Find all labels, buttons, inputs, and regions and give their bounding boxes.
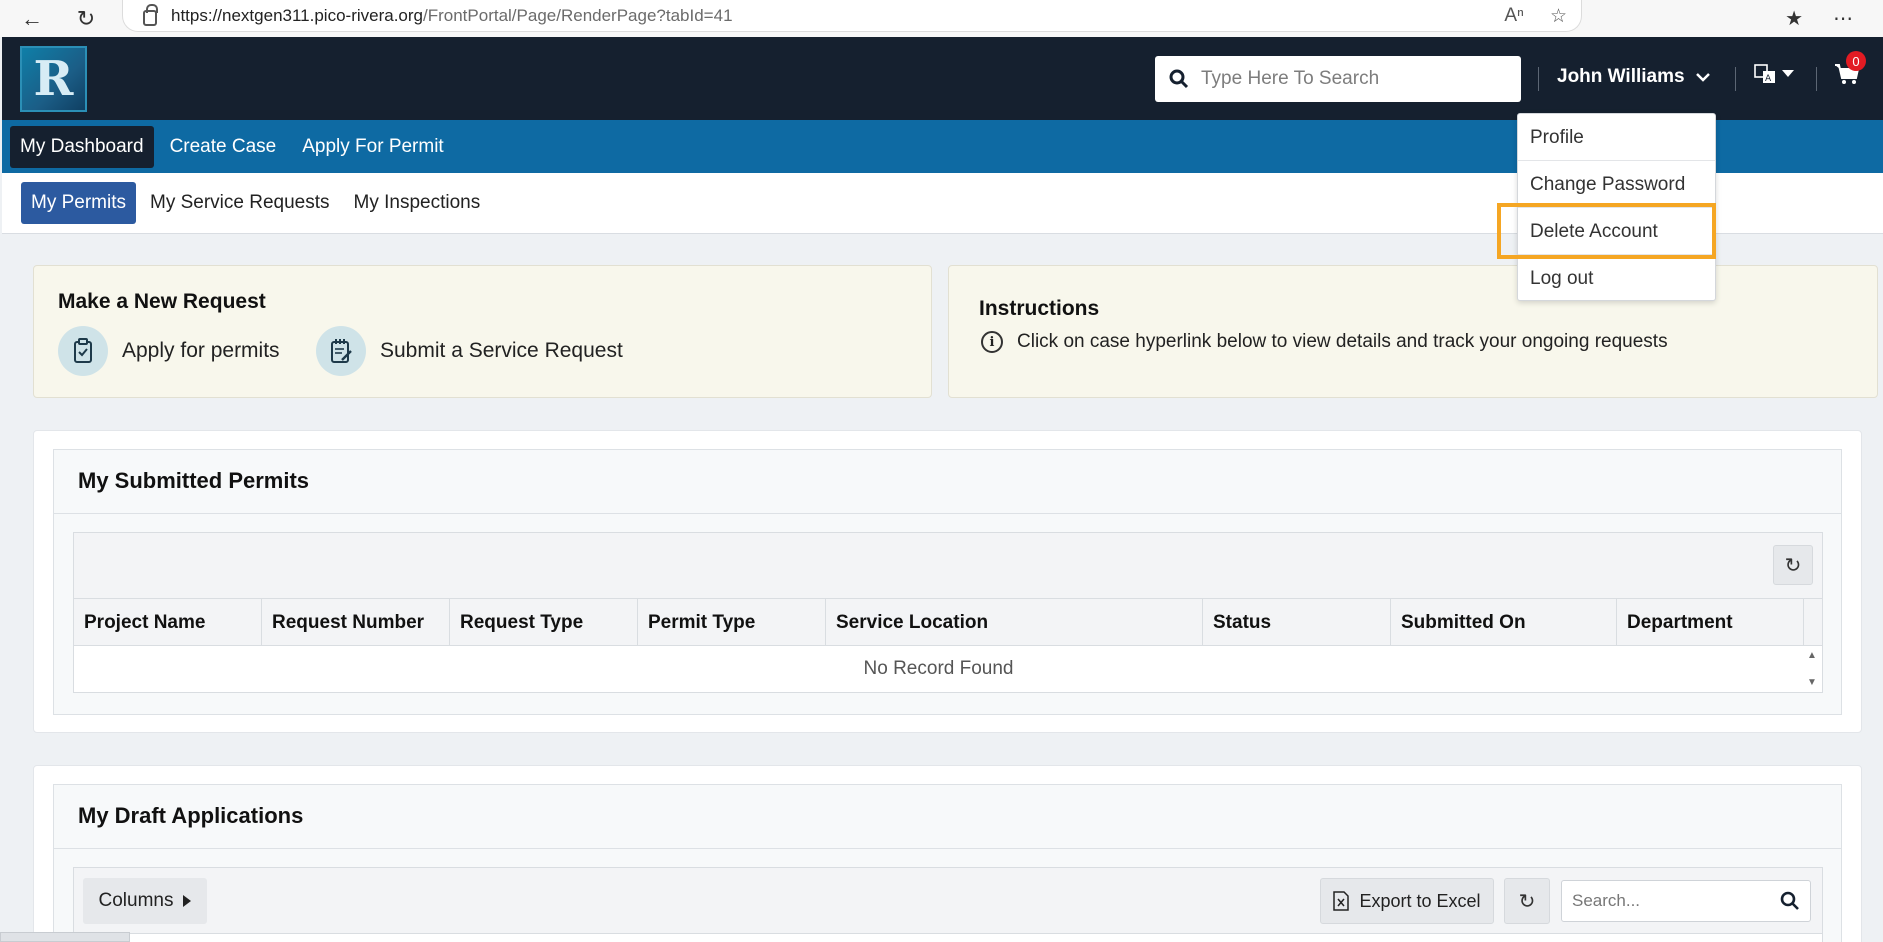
apply-for-permits-label: Apply for permits [122,339,280,362]
refresh-icon: ↻ [1518,890,1536,913]
excel-file-icon [1333,891,1350,911]
nav-my-dashboard[interactable]: My Dashboard [10,125,154,168]
chevron-down-icon [1695,73,1710,82]
tab-my-inspections[interactable]: My Inspections [344,182,491,224]
refresh-icon: ↻ [1784,554,1802,577]
column-request-number[interactable]: Request Number [262,599,450,646]
search-icon [1169,69,1189,89]
column-permit-type[interactable]: Permit Type [638,599,826,646]
nav-apply-for-permit[interactable]: Apply For Permit [292,126,453,168]
draft-search[interactable] [1561,880,1811,922]
submit-service-request-label: Submit a Service Request [380,339,623,362]
draft-applications-panel: My Draft Applications Columns Export to … [33,765,1862,942]
menu-item-change-password[interactable]: Change Password [1518,161,1715,208]
new-request-card: Make a New Request Apply for permits Sub… [33,265,932,398]
url-host: https://nextgen311.pico-rivera.org [171,5,423,25]
header-divider [1538,67,1539,91]
refresh-button[interactable]: ↻ [1773,545,1813,585]
clipboard-icon [58,326,108,376]
caret-down-icon [1782,70,1794,77]
header-divider [1735,67,1736,91]
instructions-text: Click on case hyperlink below to view de… [1017,331,1668,352]
reload-icon[interactable]: ↻ [66,0,106,37]
cart-button[interactable]: 0 [1834,51,1866,91]
column-request-type[interactable]: Request Type [450,599,638,646]
export-label: Export to Excel [1359,890,1481,911]
global-search[interactable] [1155,56,1521,102]
browser-toolbar: ← ↻ https://nextgen311.pico-rivera.org/F… [0,0,1883,37]
grid-scrollbar[interactable]: ▲ ▼ [1802,646,1822,692]
tab-my-service-requests[interactable]: My Service Requests [140,182,340,224]
draft-applications-grid: Columns Export to Excel ↻ [73,867,1823,942]
draft-applications-title: My Draft Applications [78,803,304,828]
panel-divider [54,513,1841,514]
info-icon: i [981,331,1003,353]
column-status[interactable]: Status [1203,599,1391,646]
site-header: R John Williams A 0 [2,37,1883,120]
menu-item-profile[interactable]: Profile [1518,114,1715,161]
instructions-title: Instructions [979,297,1100,320]
submitted-permits-inner: My Submitted Permits ↻ Project Name Requ… [53,449,1842,715]
language-selector[interactable]: A [1754,63,1794,85]
header-divider [1816,67,1817,91]
columns-button[interactable]: Columns [83,878,207,924]
export-to-excel-button[interactable]: Export to Excel [1320,878,1494,924]
back-icon[interactable]: ← [12,0,52,37]
more-menu-icon[interactable]: ⋯ [1833,6,1853,31]
favorite-star-icon[interactable]: ☆ [1550,5,1567,28]
instructions-card: Instructions i Click on case hyperlink b… [948,265,1878,398]
new-request-title: Make a New Request [58,290,266,313]
global-search-input[interactable] [1201,68,1501,90]
city-logo[interactable]: R [20,46,87,112]
svg-text:A: A [1765,74,1772,84]
tab-my-permits[interactable]: My Permits [21,182,136,224]
lock-icon [143,3,158,26]
column-project-name[interactable]: Project Name [74,599,262,646]
url-path: /FrontPortal/Page/RenderPage?tabId=41 [423,5,733,25]
menu-item-log-out[interactable]: Log out [1518,255,1715,302]
column-service-location[interactable]: Service Location [826,599,1203,646]
column-submitted-on[interactable]: Submitted On [1391,599,1617,646]
grid-toolbar: ↻ [74,533,1822,599]
user-name: John Williams [1557,66,1685,87]
submitted-permits-panel: My Submitted Permits ↻ Project Name Requ… [33,430,1862,733]
nav-create-case[interactable]: Create Case [160,126,287,168]
scroll-down-icon[interactable]: ▼ [1807,677,1817,688]
scroll-up-icon[interactable]: ▲ [1807,650,1817,661]
apply-for-permits-link[interactable]: Apply for permits [58,326,280,376]
delete-account-highlight [1497,203,1716,259]
search-icon[interactable] [1780,891,1800,911]
empty-state-text: No Record Found [863,658,1014,679]
column-department[interactable]: Department [1617,599,1804,646]
panel-divider [54,848,1841,849]
submitted-permits-title: My Submitted Permits [78,468,310,493]
refresh-button[interactable]: ↻ [1504,878,1550,924]
draft-search-input[interactable] [1572,891,1772,911]
grid-header-row: Project Name Request Number Request Type… [74,599,1822,646]
cart-count-badge: 0 [1846,51,1866,71]
address-bar[interactable]: https://nextgen311.pico-rivera.org/Front… [122,0,1582,32]
translate-icon: A [1754,64,1775,84]
draft-applications-inner: My Draft Applications Columns Export to … [53,784,1842,942]
submitted-permits-grid: ↻ Project Name Request Number Request Ty… [73,532,1823,693]
notepad-icon [316,326,366,376]
status-bar-tooltip [0,932,130,942]
caret-right-icon [183,895,192,907]
user-menu-toggle[interactable]: John Williams [1557,66,1711,88]
favorites-icon[interactable]: ★ [1785,6,1803,31]
read-aloud-icon[interactable]: Aⁿ [1504,5,1524,27]
columns-label: Columns [98,890,174,911]
grid-toolbar: Columns Export to Excel ↻ [74,868,1822,934]
submit-service-request-link[interactable]: Submit a Service Request [316,326,623,376]
logo-letter: R [33,51,74,107]
